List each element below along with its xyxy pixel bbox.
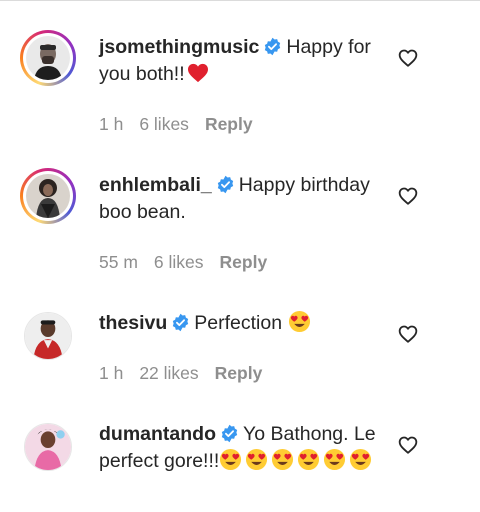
- comment-meta: 55 m 6 likes Reply: [99, 252, 267, 273]
- avatar[interactable]: [20, 168, 76, 224]
- heart-eyes-emoji-icon: [246, 448, 268, 471]
- heart-eyes-emoji-icon: [288, 310, 310, 333]
- avatar[interactable]: [20, 30, 76, 86]
- verified-badge-icon: [173, 313, 189, 332]
- comment-username[interactable]: enhlembali_: [99, 174, 212, 196]
- heart-eyes-emoji-icon: [350, 448, 372, 471]
- comment-username[interactable]: jsomethingmusic: [99, 36, 259, 58]
- verified-badge-icon: [265, 37, 281, 56]
- avatar[interactable]: [24, 423, 72, 471]
- heart-eyes-emoji-icon: [298, 448, 320, 471]
- comment-body: jsomethingmusic Happy for you both!!: [99, 34, 389, 88]
- top-divider: [0, 0, 480, 1]
- comment-text: Perfection: [194, 312, 283, 334]
- reply-button[interactable]: Reply: [215, 363, 263, 383]
- verified-badge-icon: [217, 175, 233, 194]
- reply-button[interactable]: Reply: [220, 252, 268, 272]
- heart-eyes-emoji-icon: [324, 448, 346, 471]
- heart-eyes-emoji-icon: [272, 448, 294, 471]
- heart-outline-icon[interactable]: [398, 325, 418, 343]
- reply-button[interactable]: Reply: [205, 114, 253, 134]
- comment-body: thesivu Perfection: [99, 310, 389, 337]
- comment-meta: 1 h 6 likes Reply: [99, 114, 253, 135]
- emoji-group: [219, 448, 375, 472]
- comment-likes[interactable]: 6 likes: [139, 114, 189, 134]
- avatar[interactable]: [24, 312, 72, 360]
- comment-meta: 1 h 22 likes Reply: [99, 363, 262, 384]
- red-heart-emoji-icon: [187, 63, 208, 83]
- comment-time: 1 h: [99, 114, 124, 134]
- heart-eyes-emoji-icon: [220, 448, 242, 471]
- heart-outline-icon[interactable]: [398, 49, 418, 67]
- comment-username[interactable]: thesivu: [99, 312, 167, 334]
- comment-body: dumantando Yo Bathong. Le perfect gore!!!: [99, 421, 389, 475]
- comment-likes[interactable]: 22 likes: [139, 363, 198, 383]
- comment-time: 55 m: [99, 252, 138, 272]
- comment-time: 1 h: [99, 363, 124, 383]
- comment-likes[interactable]: 6 likes: [154, 252, 204, 272]
- comment-username[interactable]: dumantando: [99, 423, 216, 445]
- heart-outline-icon[interactable]: [398, 187, 418, 205]
- heart-outline-icon[interactable]: [398, 436, 418, 454]
- comment-body: enhlembali_ Happy birthday boo bean.: [99, 172, 389, 226]
- verified-badge-icon: [221, 424, 238, 443]
